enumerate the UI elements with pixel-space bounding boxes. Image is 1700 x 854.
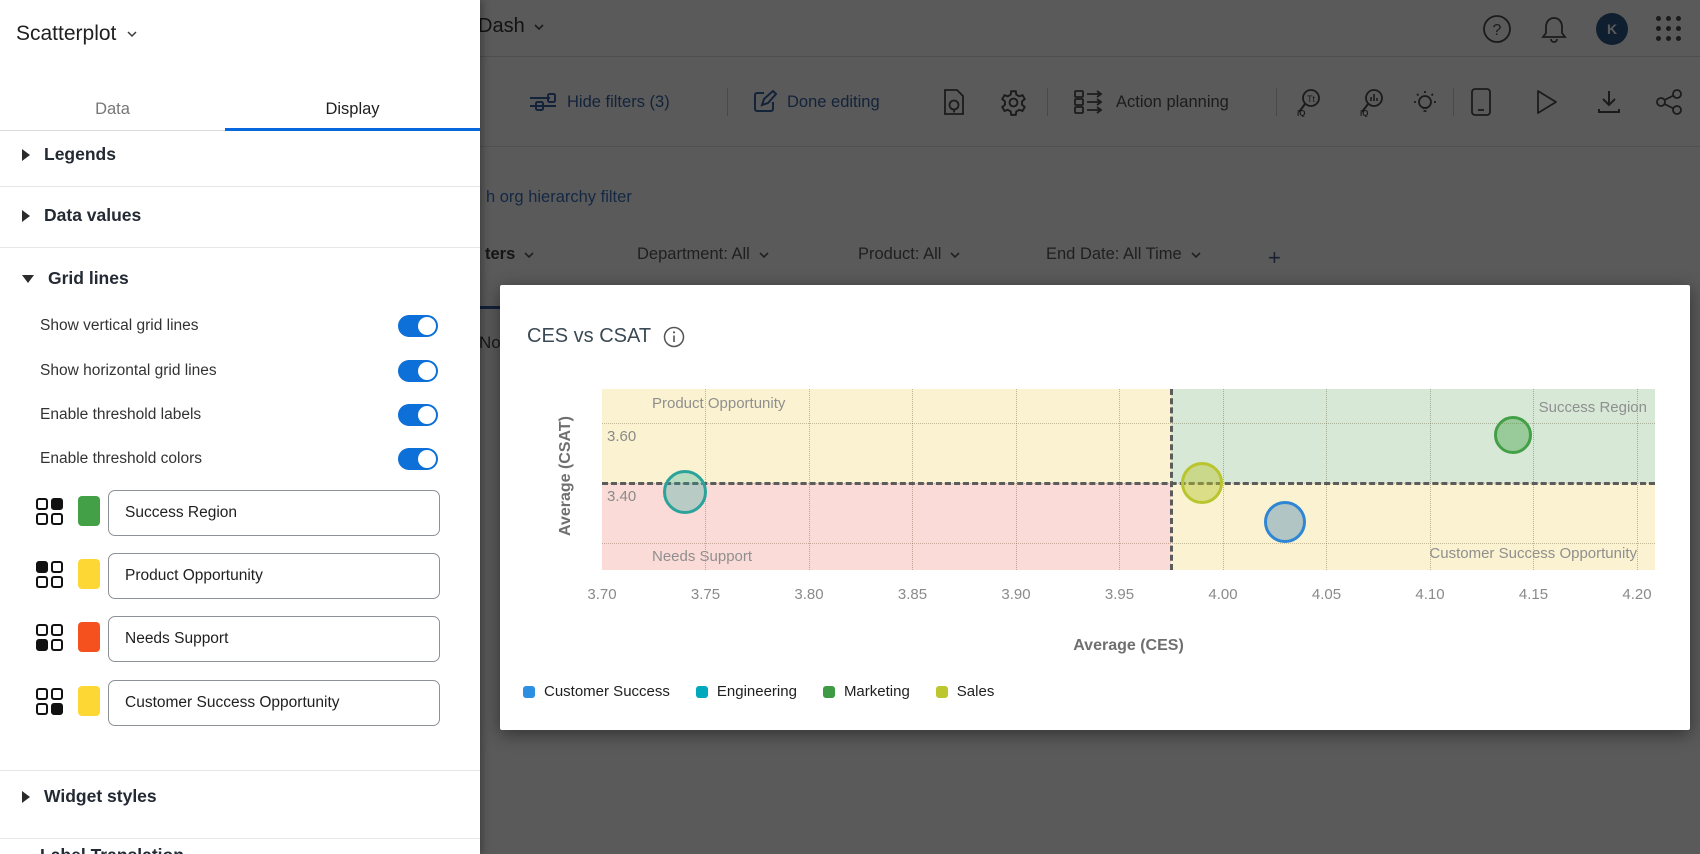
- active-tab-underline: [225, 128, 480, 131]
- horizontal-grid-toggle[interactable]: [398, 360, 438, 382]
- widget-type-label: Scatterplot: [16, 22, 116, 46]
- legend-swatch-icon: [823, 686, 835, 698]
- x-tick-label: 3.90: [986, 586, 1046, 603]
- region-label-top-left: Product Opportunity: [652, 395, 785, 412]
- threshold-row: [0, 553, 480, 599]
- x-tick-label: 4.00: [1193, 586, 1253, 603]
- widget-title-text: CES vs CSAT: [527, 325, 651, 348]
- scatterplot-widget[interactable]: CES vs CSAT Average (CSAT) Product Oppor…: [500, 285, 1690, 730]
- threshold-row: [0, 490, 480, 536]
- x-threshold-line: [1170, 389, 1173, 570]
- threshold-labels-toggle[interactable]: [398, 404, 438, 426]
- section-grid-lines-label: Grid lines: [48, 268, 129, 289]
- section-widget-styles[interactable]: Widget styles: [0, 786, 480, 807]
- threshold-color-swatch[interactable]: [78, 686, 100, 716]
- legend-label: Sales: [957, 683, 995, 700]
- threshold-color-swatch[interactable]: [78, 496, 100, 526]
- quadrant-bottom-left-icon: [36, 624, 63, 651]
- tab-data[interactable]: Data: [0, 88, 225, 130]
- chart-legend: Customer Success Engineering Marketing Sale…: [523, 683, 994, 700]
- y-tick-label: 3.60: [607, 428, 636, 445]
- chevron-down-icon: [126, 28, 138, 40]
- legend-item[interactable]: Sales: [936, 683, 995, 700]
- threshold-name-input[interactable]: [108, 490, 440, 536]
- legend-label: Customer Success: [544, 683, 670, 700]
- section-legends[interactable]: Legends: [0, 144, 480, 165]
- section-data-values-label: Data values: [44, 205, 141, 226]
- legend-item[interactable]: Engineering: [696, 683, 797, 700]
- divider: [0, 247, 480, 248]
- x-tick-label: 3.95: [1089, 586, 1149, 603]
- x-tick-label: 3.85: [882, 586, 942, 603]
- threshold-name-input[interactable]: [108, 553, 440, 599]
- quadrant-bottom-right-icon: [36, 688, 63, 715]
- vertical-grid-toggle[interactable]: [398, 315, 438, 337]
- divider: [0, 186, 480, 187]
- divider: [0, 838, 480, 839]
- section-widget-styles-label: Widget styles: [44, 786, 157, 807]
- widget-title: CES vs CSAT: [527, 325, 685, 348]
- toggle-label: Show horizontal grid lines: [40, 362, 217, 380]
- toggle-label: Enable threshold labels: [40, 406, 201, 424]
- x-tick-label: 4.05: [1296, 586, 1356, 603]
- x-tick-label: 4.10: [1400, 586, 1460, 603]
- point-marketing[interactable]: [1494, 416, 1532, 454]
- x-axis-labels: 3.703.753.803.853.903.954.004.054.104.15…: [602, 586, 1655, 606]
- widget-type-selector[interactable]: Scatterplot: [16, 22, 138, 46]
- collapse-arrow-icon: [22, 791, 30, 803]
- screen: Dash ? K Hide filters (3) Done editing: [0, 0, 1700, 854]
- section-grid-lines[interactable]: Grid lines: [0, 268, 480, 289]
- legend-item[interactable]: Customer Success: [523, 683, 670, 700]
- x-axis-title: Average (CES): [602, 637, 1655, 655]
- legend-item[interactable]: Marketing: [823, 683, 910, 700]
- legend-label: Marketing: [844, 683, 910, 700]
- quadrant-top-left-icon: [36, 561, 63, 588]
- panel-tabs: Data Display: [0, 88, 480, 131]
- threshold-color-swatch[interactable]: [78, 559, 100, 589]
- x-tick-label: 3.70: [572, 586, 632, 603]
- collapse-arrow-icon: [22, 149, 30, 161]
- plot-area: Product Opportunity Success Region Needs…: [602, 389, 1655, 570]
- expand-arrow-icon: [22, 275, 34, 283]
- x-tick-label: 4.15: [1503, 586, 1563, 603]
- widget-settings-panel: Scatterplot Data Display Legends Data va…: [0, 0, 480, 854]
- threshold-row: [0, 680, 480, 726]
- region-label-top-right: Success Region: [1539, 399, 1647, 416]
- threshold-name-input[interactable]: [108, 616, 440, 662]
- legend-swatch-icon: [523, 686, 535, 698]
- point-sales[interactable]: [1181, 462, 1223, 504]
- divider: [0, 770, 480, 771]
- tab-display[interactable]: Display: [225, 88, 480, 130]
- section-data-values[interactable]: Data values: [0, 205, 480, 226]
- section-legends-label: Legends: [44, 144, 116, 165]
- x-tick-label: 3.80: [779, 586, 839, 603]
- x-tick-label: 3.75: [675, 586, 735, 603]
- toggle-label: Show vertical grid lines: [40, 317, 199, 335]
- region-label-bottom-right: Customer Success Opportunity: [1429, 545, 1637, 562]
- point-engineering[interactable]: [663, 470, 707, 514]
- x-tick-label: 4.20: [1607, 586, 1667, 603]
- threshold-colors-toggle[interactable]: [398, 448, 438, 470]
- threshold-row: [0, 616, 480, 662]
- legend-swatch-icon: [936, 686, 948, 698]
- y-axis-title: Average (CSAT): [557, 380, 575, 572]
- section-label-translation-clipped[interactable]: Label Translation: [40, 845, 184, 854]
- collapse-arrow-icon: [22, 210, 30, 222]
- threshold-color-swatch[interactable]: [78, 622, 100, 652]
- region-label-bottom-left: Needs Support: [652, 548, 752, 565]
- quadrant-top-right-icon: [36, 498, 63, 525]
- y-tick-label: 3.40: [607, 488, 636, 505]
- info-icon[interactable]: [663, 326, 685, 348]
- legend-swatch-icon: [696, 686, 708, 698]
- toggle-label: Enable threshold colors: [40, 450, 202, 468]
- legend-label: Engineering: [717, 683, 797, 700]
- horizontal-gridline: [602, 543, 1655, 544]
- threshold-name-input[interactable]: [108, 680, 440, 726]
- point-customer-success[interactable]: [1264, 501, 1306, 543]
- y-threshold-line: [602, 482, 1655, 485]
